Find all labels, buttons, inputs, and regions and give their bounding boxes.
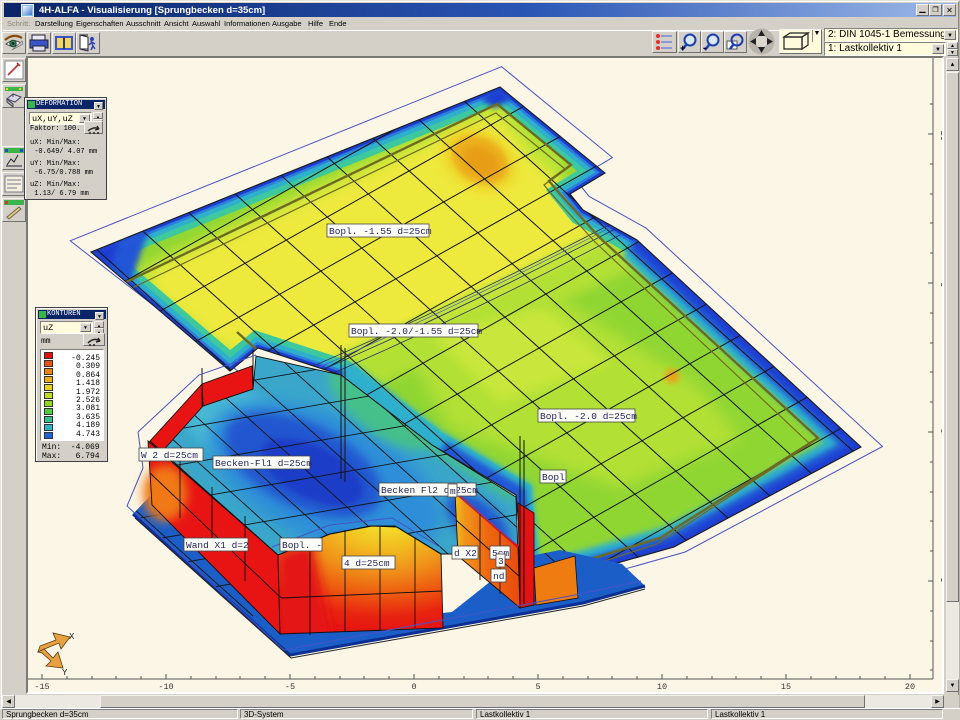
- svg-text:15: 15: [781, 682, 791, 690]
- svg-text:0: 0: [411, 682, 416, 690]
- svg-text:Wand X1 d=2: Wand X1 d=2: [186, 540, 249, 551]
- svg-text:4 d=25cm: 4 d=25cm: [344, 558, 390, 569]
- svg-text:Bopl. -1.55 d=25cm: Bopl. -1.55 d=25cm: [329, 226, 432, 237]
- svg-text:Bopl. -2.0/-1.55 d=25cm: Bopl. -2.0/-1.55 d=25cm: [351, 326, 482, 337]
- svg-text:-10: -10: [938, 125, 942, 141]
- svg-text:-5: -5: [285, 682, 295, 690]
- svg-text:d X2: d X2: [454, 548, 477, 559]
- svg-text:10: 10: [657, 682, 667, 690]
- svg-text:Bopl: Bopl: [542, 472, 565, 483]
- svg-text:5: 5: [535, 682, 540, 690]
- svg-text:X: X: [69, 632, 75, 642]
- svg-text:+: +: [680, 43, 685, 52]
- svg-text:nd: nd: [493, 571, 504, 582]
- svg-text:5: 5: [938, 577, 942, 582]
- svg-text:-10: -10: [158, 682, 173, 690]
- svg-text:m: m: [450, 486, 456, 497]
- svg-text:-15: -15: [34, 682, 49, 690]
- svg-text:Becken-Fl1 d=25cm: Becken-Fl1 d=25cm: [215, 458, 312, 469]
- svg-text:W 2 d=25cm: W 2 d=25cm: [141, 450, 198, 461]
- svg-text:0: 0: [938, 428, 942, 433]
- svg-text:Becken Fl2 d=25cm: Becken Fl2 d=25cm: [381, 485, 478, 496]
- svg-text:-: -: [703, 42, 707, 52]
- svg-text:Bopl. -: Bopl. -: [282, 540, 322, 551]
- svg-text:-5: -5: [938, 277, 942, 288]
- svg-text:20: 20: [905, 682, 915, 690]
- svg-text:Bopl. -2.0 d=25cm: Bopl. -2.0 d=25cm: [540, 411, 637, 422]
- svg-text:3: 3: [498, 556, 504, 567]
